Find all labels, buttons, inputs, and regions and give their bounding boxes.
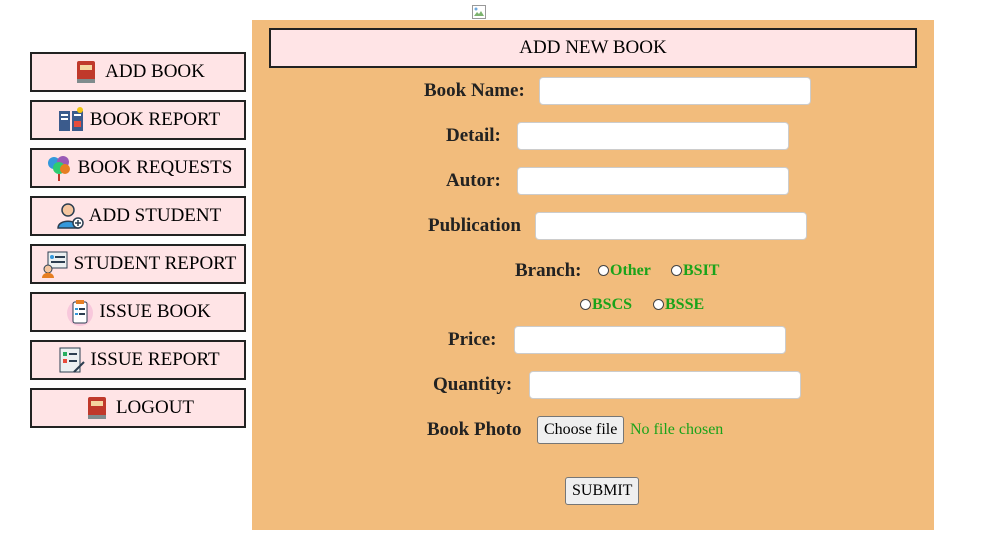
- submit-button[interactable]: SUBMIT: [565, 477, 640, 505]
- branch-option-label: BSCS: [592, 296, 633, 313]
- sidebar-item-issue-book[interactable]: ISSUE BOOK: [30, 292, 246, 332]
- sidebar-item-label: ADD STUDENT: [88, 205, 222, 226]
- report-icon: [56, 345, 86, 375]
- book-report-icon: [56, 105, 86, 135]
- sidebar-item-student-report[interactable]: STUDENT REPORT: [30, 244, 246, 284]
- branch-option-label: Other: [610, 262, 651, 279]
- sidebar-item-label: ISSUE REPORT: [90, 349, 220, 370]
- publication-input[interactable]: [535, 212, 807, 240]
- branch-option-label: BSSE: [665, 296, 705, 313]
- branch-option-bsse[interactable]: BSSE: [653, 296, 704, 314]
- radio-button[interactable]: [580, 298, 591, 310]
- sidebar-item-label: ISSUE BOOK: [99, 301, 211, 322]
- sidebar-item-logout[interactable]: LOGOUT: [30, 388, 246, 428]
- branch-option-label: BSIT: [683, 262, 720, 279]
- price-input[interactable]: [514, 326, 786, 354]
- sidebar-item-book-requests[interactable]: BOOK REQUESTS: [30, 148, 246, 188]
- sidebar-item-label: LOGOUT: [115, 397, 195, 418]
- quantity-label: Quantity:: [433, 374, 513, 395]
- sidebar-item-label: BOOK REQUESTS: [77, 157, 233, 178]
- branch-option-bscs[interactable]: BSCS: [580, 296, 632, 314]
- book-name-input[interactable]: [539, 77, 811, 105]
- detail-label: Detail:: [446, 125, 501, 146]
- author-label: Autor:: [446, 170, 501, 191]
- balloons-icon: [44, 153, 74, 183]
- book-icon: [71, 57, 101, 87]
- detail-input[interactable]: [517, 122, 789, 150]
- book-name-label: Book Name:: [424, 80, 525, 101]
- sidebar-item-issue-report[interactable]: ISSUE REPORT: [30, 340, 246, 380]
- branch-option-bsit[interactable]: BSIT: [671, 262, 719, 280]
- sidebar-item-add-student[interactable]: ADD STUDENT: [30, 196, 246, 236]
- sidebar-item-book-report[interactable]: BOOK REPORT: [30, 100, 246, 140]
- add-user-icon: [55, 201, 85, 231]
- choose-file-button[interactable]: Choose file: [537, 416, 625, 444]
- quantity-input[interactable]: [529, 371, 801, 399]
- sidebar-nav: ADD BOOK BOOK REPORT BOOK REQUESTS ADD S…: [30, 52, 246, 436]
- branch-label: Branch:: [515, 260, 582, 281]
- file-status-text: No file chosen: [630, 421, 724, 438]
- clipboard-icon: [65, 297, 95, 327]
- add-book-form: ADD NEW BOOK Book Name: Detail: Autor: P…: [252, 20, 934, 530]
- radio-button[interactable]: [653, 298, 664, 310]
- radio-button[interactable]: [671, 264, 682, 276]
- price-label: Price:: [448, 329, 497, 350]
- publication-label: Publication: [428, 215, 521, 236]
- sidebar-item-label: STUDENT REPORT: [73, 253, 237, 274]
- page-title: ADD NEW BOOK: [269, 28, 917, 68]
- broken-image-icon: [471, 4, 487, 20]
- book-icon: [82, 393, 112, 423]
- author-input[interactable]: [517, 167, 789, 195]
- radio-button[interactable]: [598, 264, 609, 276]
- student-report-icon: [40, 249, 70, 279]
- book-photo-label: Book Photo: [427, 419, 522, 440]
- sidebar-item-add-book[interactable]: ADD BOOK: [30, 52, 246, 92]
- sidebar-item-label: ADD BOOK: [105, 61, 205, 82]
- sidebar-item-label: BOOK REPORT: [89, 109, 221, 130]
- branch-option-other[interactable]: Other: [598, 262, 651, 280]
